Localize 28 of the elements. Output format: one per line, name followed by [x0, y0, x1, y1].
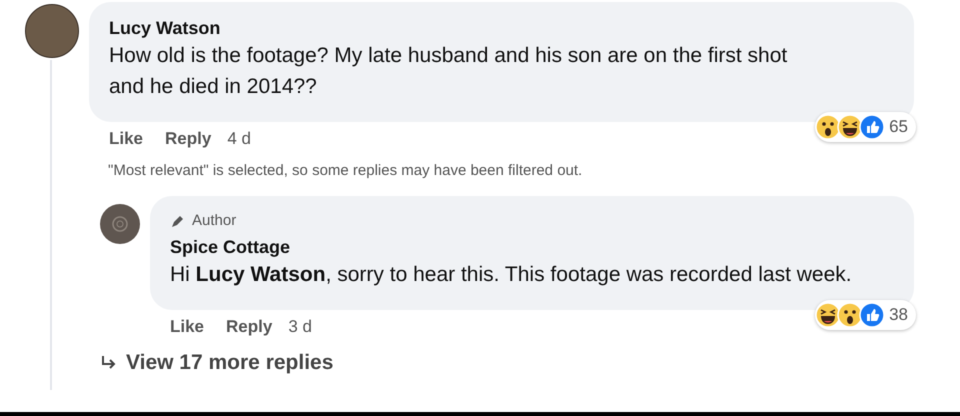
- reaction-count: 38: [889, 304, 908, 326]
- like-link[interactable]: Like: [170, 314, 204, 339]
- reply-arrow-icon: [100, 354, 118, 371]
- reactions-pill[interactable]: 38: [815, 300, 916, 330]
- pen-icon: [170, 213, 186, 230]
- logo-icon: [110, 214, 130, 234]
- surprised-face-icon: [815, 114, 842, 140]
- author-label: Author: [192, 211, 236, 231]
- avatar-photo[interactable]: [25, 4, 79, 58]
- laughing-face-icon: [837, 114, 864, 140]
- commenter-name[interactable]: Lucy Watson: [109, 16, 894, 40]
- like-link[interactable]: Like: [109, 126, 144, 152]
- thumbs-up-icon: [859, 302, 886, 328]
- comment-text: Hi Lucy Watson, sorry to hear this. This footage was recorded last week.: [170, 262, 853, 288]
- avatar[interactable]: [100, 204, 140, 244]
- reply-link[interactable]: Reply: [165, 126, 212, 152]
- reply-link[interactable]: Reply: [226, 314, 272, 339]
- commenter-name[interactable]: Spice Cottage: [170, 234, 894, 258]
- more-replies-link[interactable]: View 17 more replies: [126, 347, 334, 378]
- filter-note: "Most relevant" is selected, so some replies may have been filtered out.: [107, 160, 584, 180]
- reactions-pill[interactable]: 65: [815, 112, 916, 142]
- reaction-count: 65: [889, 116, 908, 138]
- comment-text: How old is the footage? My late husband and his son are on the first shot and he died in 2014??: [109, 43, 788, 100]
- laughing-face-icon: [815, 302, 842, 328]
- surprised-face-icon: [837, 302, 864, 328]
- timestamp: 3 d: [288, 316, 312, 338]
- thumbs-up-icon: [859, 114, 886, 140]
- timestamp: 4 d: [227, 128, 251, 150]
